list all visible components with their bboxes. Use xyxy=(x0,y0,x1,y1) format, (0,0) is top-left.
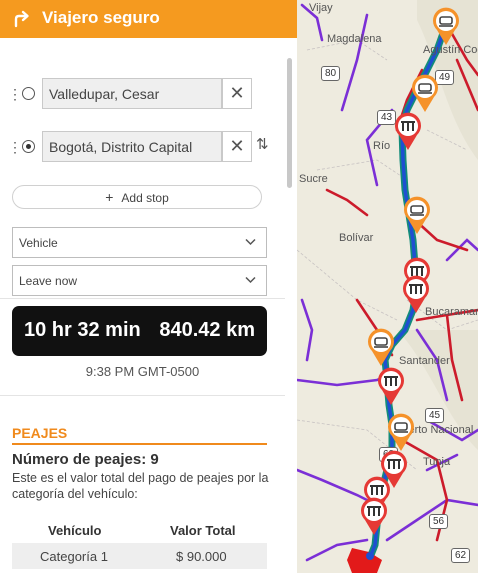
vehicle-select-value: Vehicle xyxy=(19,236,58,250)
add-stop-button[interactable]: + Add stop xyxy=(12,185,262,209)
divider xyxy=(0,298,285,299)
add-stop-label: Add stop xyxy=(121,191,169,205)
map-label-magdalena: Magdalena xyxy=(327,33,382,45)
service-station-marker-icon[interactable] xyxy=(431,6,461,46)
map-label-bucaramanga: Bucaramanga xyxy=(425,306,478,318)
divider xyxy=(0,395,285,396)
route-distance: 840.42 km xyxy=(159,319,255,341)
stop-origin-radio[interactable] xyxy=(22,87,35,100)
road-shield: 45 xyxy=(425,408,445,423)
drag-handle-icon[interactable]: ⋮ xyxy=(8,84,22,104)
stop-row-origin: ⋮ Valledupar, Cesar ✕ xyxy=(4,78,284,110)
vehicle-select[interactable]: Vehicle xyxy=(12,227,267,258)
peajes-description: Este es el valor total del pago de peaje… xyxy=(12,471,269,501)
peajes-underline xyxy=(12,443,267,445)
toll-marker-icon[interactable] xyxy=(376,366,406,406)
departure-select[interactable]: Leave now xyxy=(12,265,267,296)
clear-origin-button[interactable]: ✕ xyxy=(222,78,252,109)
peajes-heading: PEAJES xyxy=(12,425,68,441)
app-header: Viajero seguro xyxy=(0,0,297,38)
table-row: Categoría 1 $ 90.000 xyxy=(12,543,267,569)
stop-row-destination: ⋮ Bogotá, Distrito Capital ✕ ⇅ xyxy=(4,131,284,163)
toll-marker-icon[interactable] xyxy=(359,496,389,536)
service-station-marker-icon[interactable] xyxy=(386,412,416,452)
road-shield: 56 xyxy=(429,514,449,529)
route-map[interactable]: Vijay Magdalena Agustín Codazzi Río Sucr… xyxy=(297,0,478,573)
arrival-time: 9:38 PM GMT-0500 xyxy=(85,364,200,379)
destination-input[interactable]: Bogotá, Distrito Capital xyxy=(42,131,222,162)
toll-marker-icon[interactable] xyxy=(393,111,423,151)
origin-input[interactable]: Valledupar, Cesar xyxy=(42,78,222,109)
table-header-vehicle: Vehículo xyxy=(48,523,102,538)
table-header-total: Valor Total xyxy=(170,523,236,538)
service-station-marker-icon[interactable] xyxy=(402,195,432,235)
map-label-sucre: Sucre xyxy=(299,173,328,185)
departure-select-value: Leave now xyxy=(19,274,78,288)
chevron-down-icon xyxy=(245,275,256,287)
chevron-down-icon xyxy=(245,237,256,249)
plus-icon: + xyxy=(105,189,114,205)
map-label-bolivar: Bolívar xyxy=(339,232,374,244)
map-label-santander: Santander xyxy=(399,355,450,367)
map-label-vijay: Vijay xyxy=(309,2,333,14)
drag-handle-icon[interactable]: ⋮ xyxy=(8,137,22,157)
road-shield: 62 xyxy=(451,548,471,563)
route-duration: 10 hr 32 min xyxy=(24,319,141,341)
stop-destination-radio[interactable] xyxy=(22,140,35,153)
table-cell-vehicle: Categoría 1 xyxy=(40,549,108,564)
road-shield: 80 xyxy=(321,66,341,81)
map-label-rio: Río xyxy=(373,140,391,152)
turn-right-arrow-icon xyxy=(14,10,29,28)
table-cell-total: $ 90.000 xyxy=(176,549,227,564)
map-label-tunja: Tunja xyxy=(423,456,451,468)
service-station-marker-icon[interactable] xyxy=(410,73,440,113)
swap-stops-icon[interactable]: ⇅ xyxy=(256,135,269,153)
app-title: Viajero seguro xyxy=(42,8,160,27)
peajes-count: Número de peajes: 9 xyxy=(12,451,159,468)
route-summary: 10 hr 32 min 840.42 km xyxy=(12,306,267,356)
service-station-marker-icon[interactable] xyxy=(366,327,396,367)
toll-marker-icon[interactable] xyxy=(401,274,431,314)
clear-destination-button[interactable]: ✕ xyxy=(222,131,252,162)
route-panel: Viajero seguro ⋮ Valledupar, Cesar ✕ ⋮ B… xyxy=(0,0,297,573)
scrollbar-thumb[interactable] xyxy=(287,58,292,188)
